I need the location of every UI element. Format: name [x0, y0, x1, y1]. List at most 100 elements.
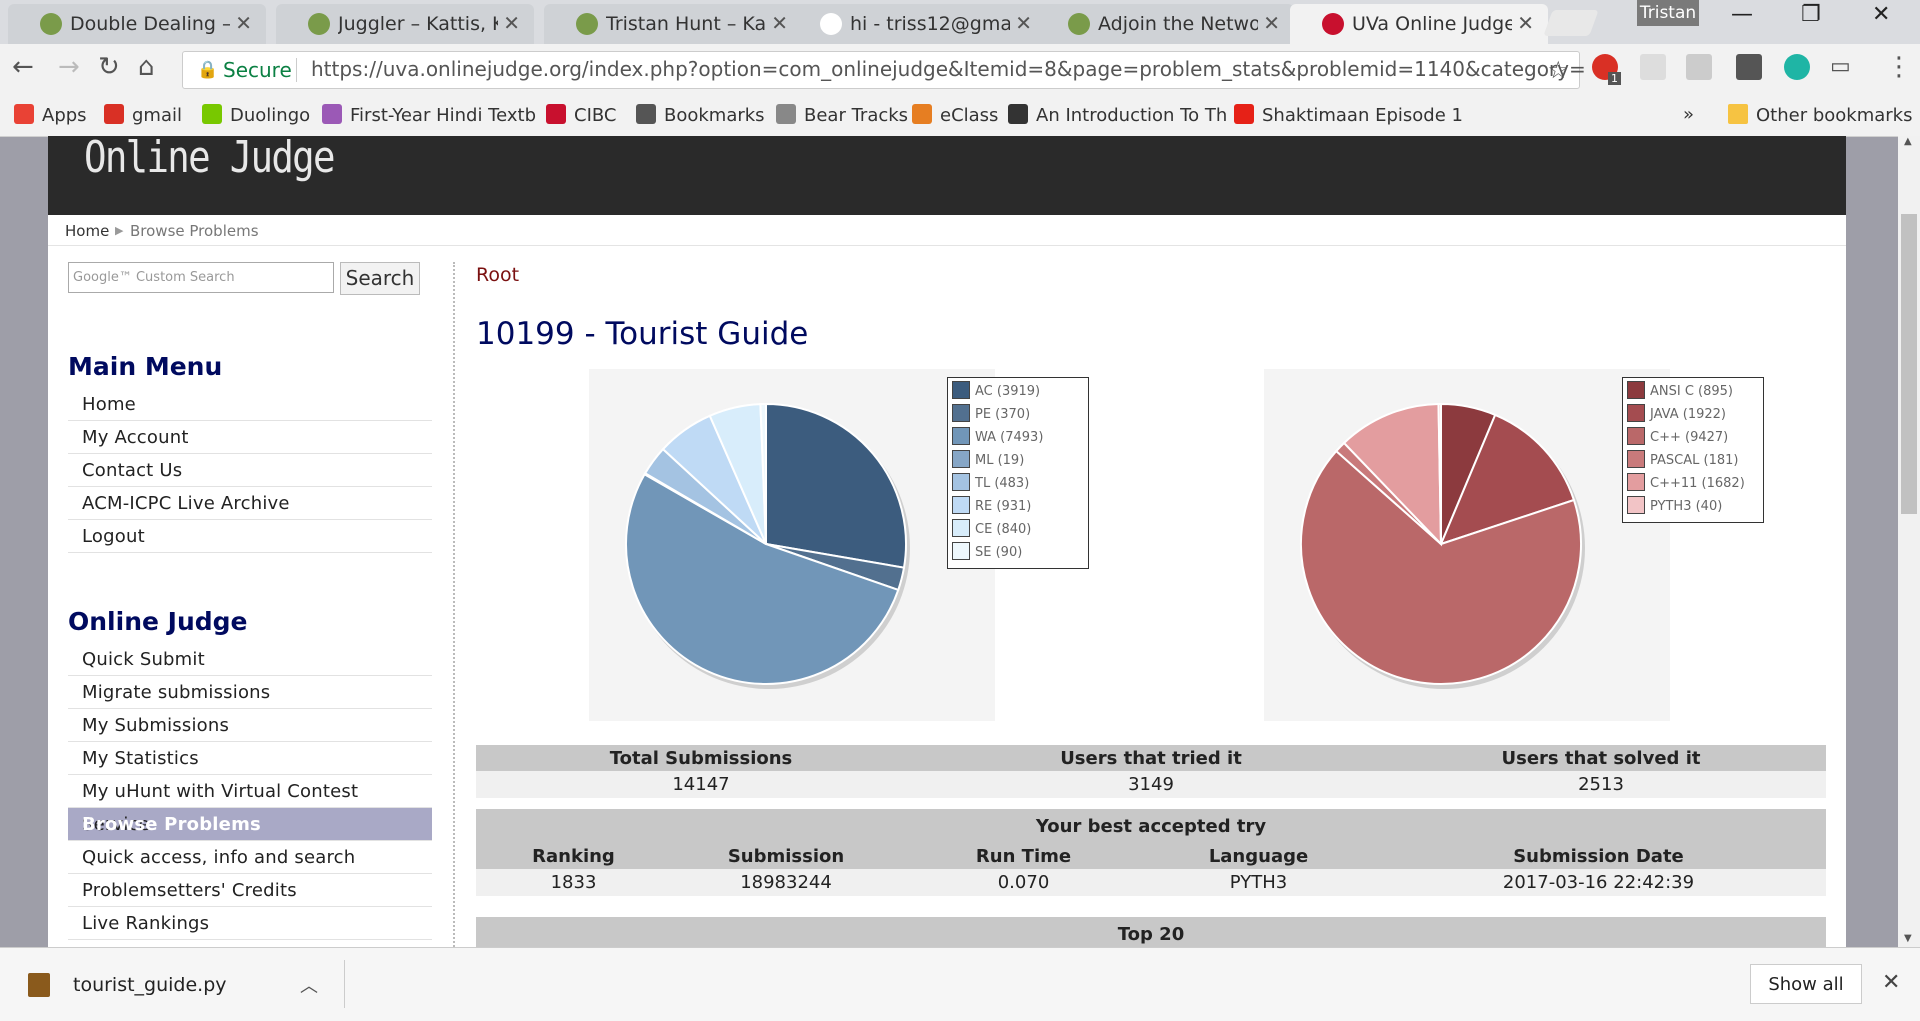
close-tab-icon[interactable]: ✕: [235, 11, 252, 35]
close-window-icon[interactable]: ✕: [1872, 2, 1890, 27]
menu-item[interactable]: Quick access, info and search: [68, 841, 432, 874]
bookmark-item[interactable]: Shaktimaan Episode 1: [1234, 104, 1463, 126]
close-tab-icon[interactable]: ✕: [1517, 11, 1534, 35]
tab-title: UVa Online Judge: [1352, 13, 1512, 35]
legend-swatch: [1627, 404, 1645, 422]
kattis-icon: [40, 13, 62, 35]
top20-title: Top 20: [476, 917, 1826, 947]
other-bookmarks[interactable]: Other bookmarks: [1728, 104, 1912, 126]
bookmark-icon: [776, 104, 796, 124]
menu-item[interactable]: Quick Submit: [68, 643, 432, 676]
close-tab-icon[interactable]: ✕: [1015, 11, 1032, 35]
menu-item[interactable]: Migrate submissions: [68, 676, 432, 709]
legend-item: WA (7493): [952, 427, 1084, 450]
bookmark-icon: [912, 104, 932, 124]
reload-icon[interactable]: ↻: [98, 52, 120, 82]
menu-item[interactable]: My Submissions: [68, 709, 432, 742]
close-tab-icon[interactable]: ✕: [771, 11, 788, 35]
pdf-extension-icon[interactable]: [1686, 54, 1712, 80]
bookmark-item[interactable]: Bear Tracks: [776, 104, 908, 126]
new-tab-button[interactable]: [1543, 10, 1599, 36]
menu-item[interactable]: Contact Us: [68, 454, 432, 487]
forward-icon[interactable]: →: [58, 52, 80, 82]
legend-swatch: [952, 427, 970, 445]
bookmark-item[interactable]: Apps: [14, 104, 87, 126]
menu-item[interactable]: My Account: [68, 421, 432, 454]
legend-item: PE (370): [952, 404, 1084, 427]
bookmark-item[interactable]: An Introduction To Th: [1008, 104, 1227, 126]
bookmark-item[interactable]: gmail: [104, 104, 182, 126]
home-icon[interactable]: ⌂: [138, 52, 155, 82]
best-try-header: Submission Date: [1371, 843, 1826, 869]
extension-icon[interactable]: [1640, 54, 1666, 80]
browser-tab[interactable]: Tristan Hunt – Kattis✕: [544, 4, 802, 44]
back-icon[interactable]: ←: [12, 52, 34, 82]
menu-item[interactable]: Home: [68, 388, 432, 421]
browser-tab[interactable]: UVa Online Judge ✕: [1290, 4, 1548, 44]
search-button[interactable]: Search: [340, 262, 420, 295]
menu-item[interactable]: Logout: [68, 520, 432, 553]
scroll-up-icon[interactable]: ▲: [1904, 136, 1912, 147]
close-tab-icon[interactable]: ✕: [1263, 11, 1280, 35]
legend-label: PASCAL (181): [1650, 453, 1739, 468]
legend-swatch: [952, 473, 970, 491]
bookmark-item[interactable]: eClass: [912, 104, 998, 126]
site-header: Online Judge: [48, 136, 1846, 215]
browser-tab[interactable]: hi - triss12@gmail.c✕: [788, 4, 1046, 44]
close-shelf-icon[interactable]: ✕: [1882, 970, 1900, 995]
legend-swatch: [952, 381, 970, 399]
profile-button[interactable]: Tristan: [1637, 0, 1699, 26]
bookmark-label: Bear Tracks: [804, 105, 909, 126]
browser-tab[interactable]: Double Dealing – Ka✕: [8, 4, 266, 44]
bookmark-label: Bookmarks: [664, 105, 765, 126]
summary-value: 14147: [476, 771, 926, 798]
close-tab-icon[interactable]: ✕: [503, 11, 520, 35]
download-filename[interactable]: tourist_guide.py: [73, 974, 227, 996]
bookmark-item[interactable]: Bookmarks: [636, 104, 765, 126]
cast-icon[interactable]: ▭: [1830, 54, 1851, 79]
bookmark-star-icon[interactable]: ☆: [1547, 56, 1569, 84]
scroll-down-icon[interactable]: ▼: [1904, 933, 1912, 944]
bookmark-item[interactable]: Duolingo: [202, 104, 310, 126]
legend-label: ANSI C (895): [1650, 384, 1734, 399]
restore-icon[interactable]: ❐: [1801, 2, 1821, 27]
legend-label: TL (483): [975, 476, 1030, 491]
search-input[interactable]: Google™ Custom Search: [68, 262, 334, 293]
root-link[interactable]: Root: [476, 264, 519, 286]
extension-icon[interactable]: [1784, 54, 1810, 80]
bookmark-item[interactable]: First-Year Hindi Textb: [322, 104, 536, 126]
menu-item[interactable]: Browse Problems: [68, 808, 432, 841]
menu-item[interactable]: My Statistics: [68, 742, 432, 775]
bookmarks-overflow-icon[interactable]: »: [1683, 104, 1694, 125]
summary-header: Users that solved it: [1376, 745, 1826, 771]
menu-item[interactable]: My uHunt with Virtual Contest Service: [68, 775, 432, 835]
bookmark-label: Duolingo: [230, 105, 311, 126]
menu-item[interactable]: Problemsetters' Credits: [68, 874, 432, 907]
menu-kebab-icon[interactable]: ⋮: [1886, 52, 1912, 82]
page-scrollbar[interactable]: ▲ ▼: [1898, 136, 1920, 947]
minimize-icon[interactable]: —: [1731, 2, 1753, 27]
address-toolbar: ← → ↻ ⌂ 🔒 Secure https://uva.onlinejudge…: [0, 44, 1920, 96]
scrollbar-thumb[interactable]: [1901, 214, 1917, 514]
show-all-button[interactable]: Show all: [1750, 964, 1862, 1004]
summary-value: 3149: [926, 771, 1376, 798]
best-try-value: 2017-03-16 22:42:39: [1371, 869, 1826, 896]
legend-swatch: [952, 542, 970, 560]
uva-icon: [1322, 13, 1344, 35]
chevron-up-icon[interactable]: ︿: [300, 972, 318, 998]
address-bar[interactable]: 🔒 Secure https://uva.onlinejudge.org/ind…: [182, 51, 1586, 89]
summary-value: 2513: [1376, 771, 1826, 798]
bookmark-item[interactable]: CIBC: [546, 104, 616, 126]
browser-tab[interactable]: Adjoin the Networks✕: [1036, 4, 1294, 44]
menu-item[interactable]: Live Rankings: [68, 907, 432, 940]
menu-item[interactable]: ACM-ICPC Live Archive: [68, 487, 432, 520]
keep-extension-icon[interactable]: [1736, 54, 1762, 80]
online-judge-heading: Online Judge: [68, 607, 248, 636]
url-text: https://uva.onlinejudge.org/index.php?op…: [311, 57, 1586, 81]
browser-tab[interactable]: Juggler – Kattis, Katt✕: [276, 4, 534, 44]
legend-swatch: [1627, 450, 1645, 468]
tab-title: Double Dealing – Ka: [70, 13, 230, 35]
summary-header: Users that tried it: [926, 745, 1376, 771]
breadcrumb-home[interactable]: Home: [65, 222, 109, 240]
lock-icon: 🔒: [197, 60, 219, 80]
